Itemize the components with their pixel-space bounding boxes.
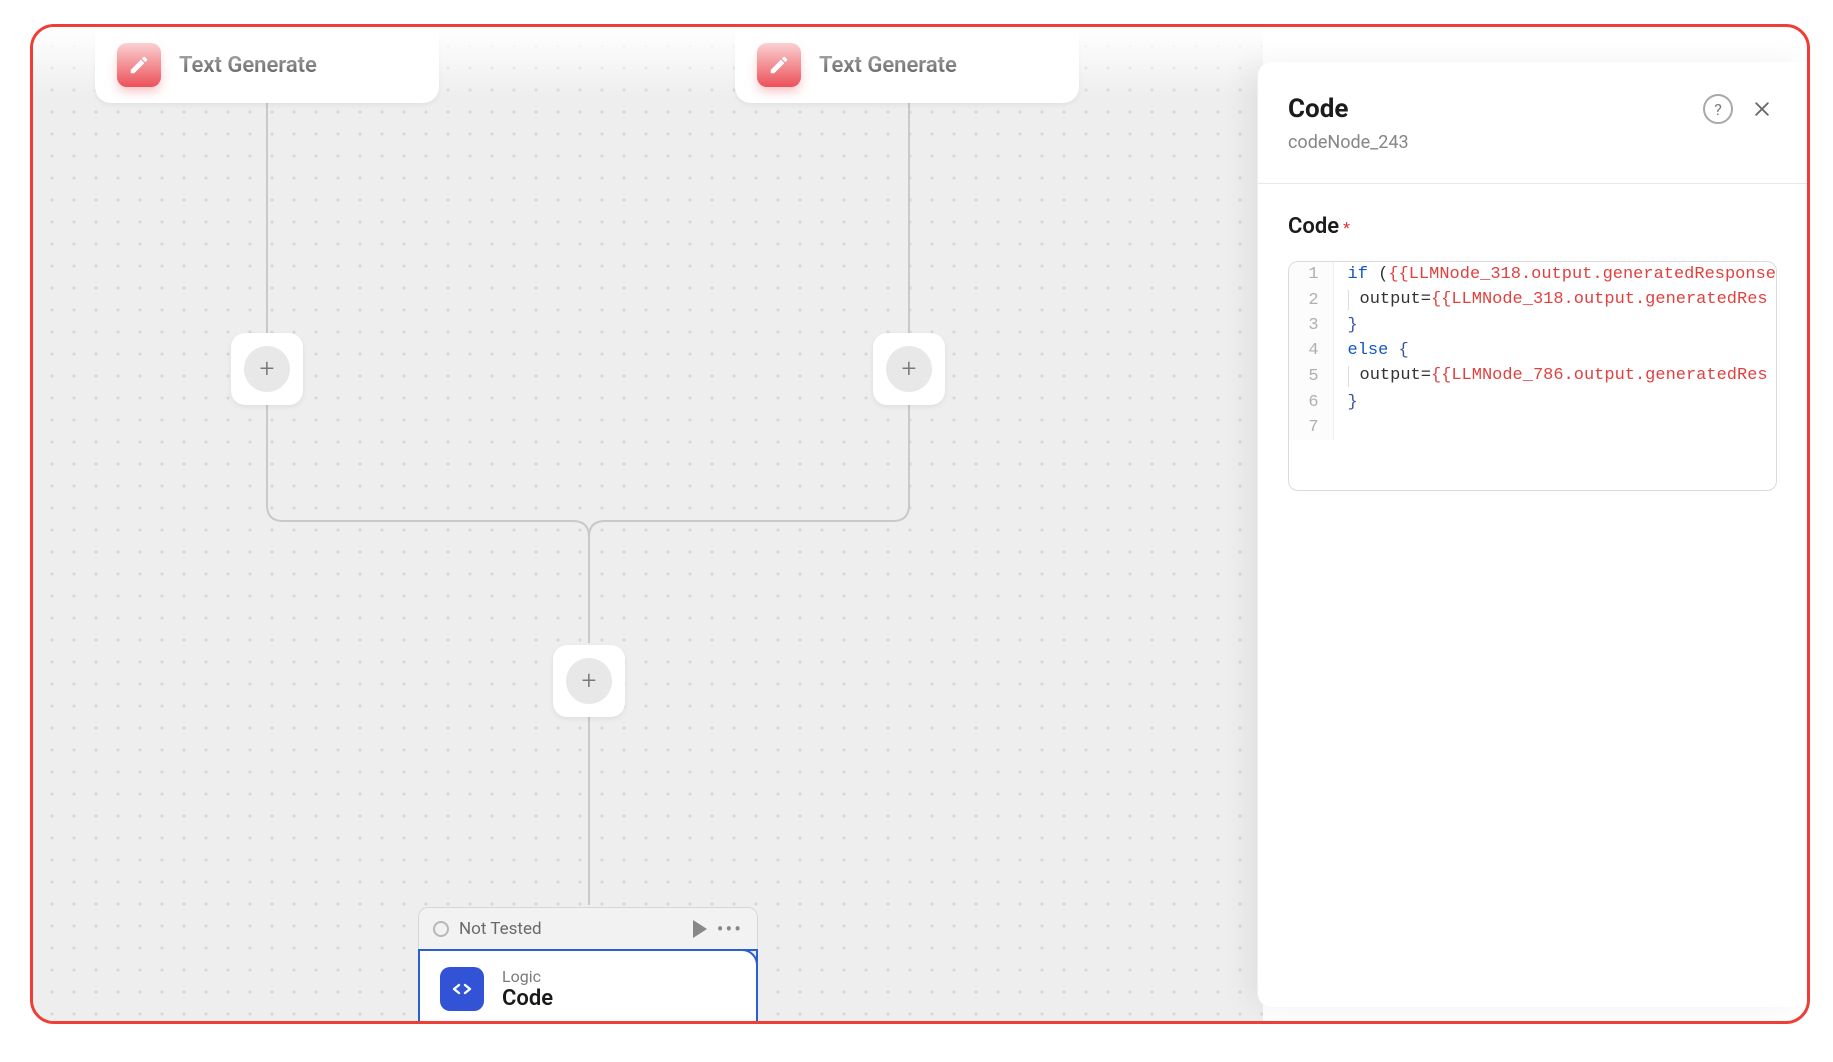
add-node-button[interactable]: + [873, 333, 945, 405]
code-line[interactable]: } [1333, 313, 1776, 338]
node-text-generate-2[interactable]: Text Generate [735, 27, 1079, 103]
close-panel-button[interactable] [1747, 94, 1777, 124]
panel-title: Code [1288, 94, 1689, 124]
line-number: 5 [1289, 363, 1333, 389]
required-indicator: * [1343, 218, 1350, 237]
plus-icon: + [244, 346, 290, 392]
line-number: 2 [1289, 287, 1333, 313]
status-ring-icon [433, 921, 449, 937]
divider [1258, 183, 1807, 184]
workflow-canvas[interactable]: Text Generate Text Generate + + + Not Te… [33, 27, 1263, 1024]
code-editor[interactable]: 1if ({{LLMNode_318.output.generatedRespo… [1288, 261, 1777, 491]
run-node-button[interactable] [693, 920, 707, 938]
add-node-button[interactable]: + [553, 645, 625, 717]
code-line[interactable]: if ({{LLMNode_318.output.generatedRespon… [1333, 262, 1776, 287]
pencil-icon [757, 43, 801, 87]
node-title: Code [502, 986, 553, 1011]
line-number: 3 [1289, 313, 1333, 338]
code-line[interactable]: else { [1333, 338, 1776, 363]
add-node-button[interactable]: + [231, 333, 303, 405]
code-icon [440, 967, 484, 1011]
pencil-icon [117, 43, 161, 87]
node-category: Logic [502, 967, 553, 986]
panel-subtitle: codeNode_243 [1288, 132, 1777, 153]
node-text-generate-1[interactable]: Text Generate [95, 27, 439, 103]
plus-icon: + [886, 346, 932, 392]
line-number: 7 [1289, 415, 1333, 440]
node-title: Text Generate [819, 53, 957, 78]
node-title: Text Generate [179, 53, 317, 78]
node-status-text: Not Tested [459, 919, 542, 939]
line-number: 6 [1289, 390, 1333, 415]
code-line[interactable] [1333, 415, 1776, 440]
help-button[interactable]: ? [1703, 94, 1733, 124]
line-number: 1 [1289, 262, 1333, 287]
node-code[interactable]: Not Tested ••• Logic Code [418, 907, 758, 1024]
node-menu-button[interactable]: ••• [717, 919, 743, 939]
node-properties-panel: Code ? codeNode_243 Code* 1if ({{LLMNode… [1257, 62, 1807, 1007]
code-line[interactable]: output={{LLMNode_786.output.generatedRes [1333, 363, 1776, 389]
line-number: 4 [1289, 338, 1333, 363]
plus-icon: + [566, 658, 612, 704]
edge-lines [33, 27, 1263, 1024]
code-line[interactable]: } [1333, 390, 1776, 415]
code-section-label: Code* [1288, 214, 1777, 239]
node-status-bar: Not Tested ••• [418, 907, 758, 949]
code-line[interactable]: output={{LLMNode_318.output.generatedRes [1333, 287, 1776, 313]
